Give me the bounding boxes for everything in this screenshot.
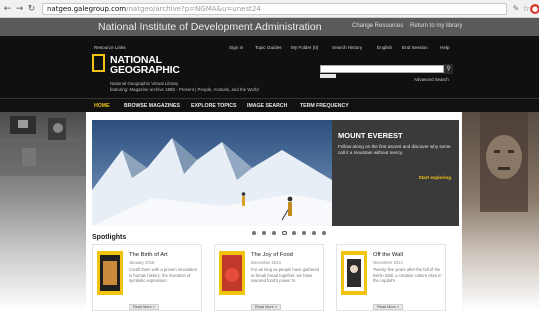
spotlight-card[interactable]: The Birth of Art January 2015 Credit the…	[92, 244, 202, 311]
nav-browse-magazines[interactable]: BROWSE MAGAZINES	[124, 103, 180, 109]
left-background-image	[0, 112, 86, 311]
logo-line2: GEOGRAPHIC	[110, 64, 180, 76]
magazine-cover-art	[344, 255, 364, 291]
spotlight-card[interactable]: Off the Wall November 2014 Twenty-five y…	[336, 244, 446, 311]
magazine-cover-art	[100, 255, 120, 291]
search-history-link[interactable]: Search History	[332, 45, 362, 50]
main-nav: HOME BROWSE MAGAZINES EXPLORE TOPICS IMA…	[0, 98, 539, 112]
carousel-pagination	[252, 230, 336, 236]
address-bar[interactable]: natgeo.galegroup.com/natgeo/archive?p=NG…	[42, 3, 507, 15]
start-exploring-link[interactable]: Start exploring	[419, 175, 451, 180]
hero-title: MOUNT EVEREST	[338, 131, 403, 140]
search-button[interactable]: ⚲	[444, 64, 453, 74]
everest-photo	[92, 120, 332, 226]
ng-logo-icon[interactable]	[92, 54, 105, 72]
menu-icon[interactable]: ●	[530, 4, 539, 14]
logo-tagline: featuring: Magazine archive 1888 - Prese…	[110, 87, 259, 92]
back-arrow-icon[interactable]: ←	[3, 3, 12, 15]
spotlight-description: For as long as people have gathered to b…	[251, 267, 320, 284]
spotlight-title[interactable]: The Birth of Art	[129, 252, 168, 258]
hero-feature[interactable]: MOUNT EVEREST Follow along on the first …	[92, 120, 459, 226]
nav-image-search[interactable]: IMAGE SEARCH	[247, 103, 287, 109]
nav-explore-topics[interactable]: EXPLORE TOPICS	[191, 103, 236, 109]
magazine-cover-art	[222, 255, 242, 291]
extension-icon[interactable]: ✎	[511, 4, 521, 14]
carousel-dot[interactable]	[262, 231, 266, 235]
spotlight-description: Credit them with a proven innovation in …	[129, 267, 197, 284]
magazine-cover-image[interactable]	[341, 251, 367, 295]
reload-icon[interactable]: ↻	[27, 3, 36, 15]
spotlight-title[interactable]: The Joy of Food	[251, 252, 293, 258]
read-more-button[interactable]: Read More »	[251, 304, 281, 310]
carousel-dot[interactable]	[292, 231, 296, 235]
resource-links-menu[interactable]: Resource Links	[94, 45, 126, 50]
magazine-cover-image[interactable]	[219, 251, 245, 295]
return-to-library-link[interactable]: Return to my library	[410, 23, 462, 29]
my-folder-link[interactable]: My Folder (0)	[291, 45, 318, 50]
right-background-image	[462, 112, 539, 311]
read-more-button[interactable]: Read More »	[129, 304, 159, 310]
nav-term-frequency[interactable]: TERM FREQUENCY	[300, 103, 349, 109]
institution-bar: National Institute of Development Admini…	[0, 18, 539, 36]
hero-image[interactable]	[92, 120, 332, 226]
advanced-search-link[interactable]: Advanced Search	[414, 77, 449, 82]
forward-arrow-icon[interactable]: →	[15, 3, 24, 15]
hero-panel: MOUNT EVEREST Follow along on the first …	[332, 120, 459, 226]
right-statue-image	[480, 112, 528, 212]
browser-toolbar: ← → ↻ natgeo.galegroup.com/natgeo/archiv…	[0, 0, 539, 18]
sign-in-link[interactable]: Sign In	[229, 45, 243, 50]
spotlight-date: December 2014	[251, 260, 281, 265]
left-sculpture-image	[0, 116, 86, 176]
search-input[interactable]	[320, 65, 444, 73]
nav-home[interactable]: HOME	[94, 103, 110, 109]
carousel-dot[interactable]	[252, 231, 256, 235]
end-session-link[interactable]: End Session	[402, 45, 428, 50]
spotlight-date: January 2015	[129, 260, 155, 265]
spotlights-heading: Spotlights	[92, 234, 127, 241]
spotlight-description: Twenty-five years after the fall of the …	[373, 267, 442, 284]
carousel-dot-active[interactable]	[282, 230, 287, 235]
spotlight-title[interactable]: Off the Wall	[373, 252, 403, 258]
spotlight-date: November 2014	[373, 260, 403, 265]
language-link[interactable]: English	[377, 45, 392, 50]
logo-subtitle: National Geographic Virtual Library	[110, 81, 179, 86]
topic-guides-link[interactable]: Topic Guides	[255, 45, 282, 50]
carousel-dot[interactable]	[312, 231, 316, 235]
carousel-dot[interactable]	[322, 231, 326, 235]
search-scope-select[interactable]	[320, 74, 336, 78]
carousel-dot[interactable]	[272, 231, 276, 235]
help-link[interactable]: Help	[440, 45, 449, 50]
url-path: /natgeo/archive?p=NGMA&u=unest24	[126, 5, 261, 13]
read-more-button[interactable]: Read More »	[373, 304, 403, 310]
magazine-cover-image[interactable]	[97, 251, 123, 295]
search-icon: ⚲	[446, 65, 451, 72]
spotlight-card[interactable]: The Joy of Food December 2014 For as lon…	[214, 244, 324, 311]
hero-description: Follow along on the first ascent and dis…	[338, 144, 451, 156]
institution-name: National Institute of Development Admini…	[98, 21, 322, 33]
url-domain: natgeo.galegroup.com	[47, 5, 127, 13]
change-resources-link[interactable]: Change Resources	[352, 23, 403, 29]
carousel-dot[interactable]	[302, 231, 306, 235]
